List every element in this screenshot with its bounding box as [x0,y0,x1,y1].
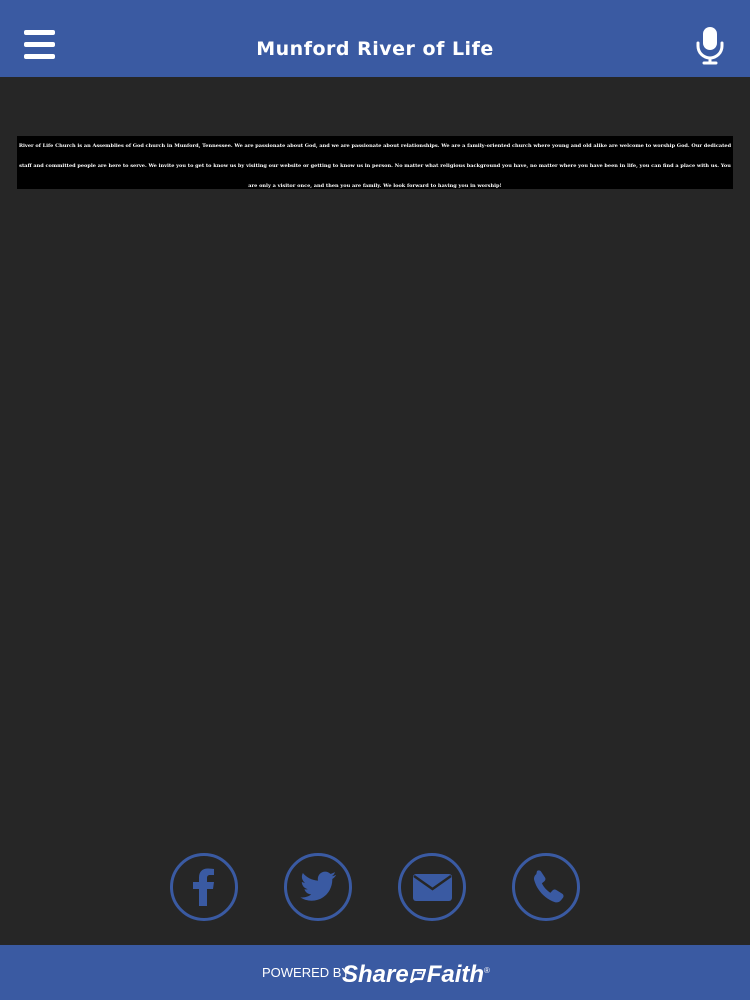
email-icon [413,874,452,901]
twitter-button[interactable] [284,853,352,921]
page-title: Munford River of Life [256,38,494,60]
registered-mark: ® [484,966,490,975]
microphone-icon[interactable] [694,27,726,65]
brand-faith: Faith [426,961,485,988]
flag-icon [409,961,426,984]
phone-button[interactable] [512,853,580,921]
footer-bar: POWERED BY Share Faith® [0,945,750,1000]
welcome-text: River of Life Church is an Assemblies of… [18,143,732,189]
facebook-button[interactable] [170,853,238,921]
powered-by-label: POWERED BY [262,965,351,980]
social-links [0,853,750,923]
brand-share: Share [342,961,409,988]
email-button[interactable] [398,853,466,921]
phone-icon [534,870,564,903]
twitter-icon [300,871,336,901]
sharefaith-logo[interactable]: Share Faith® [342,956,490,990]
welcome-text-block: River of Life Church is an Assemblies of… [17,136,733,189]
facebook-icon [193,868,214,906]
top-bar: Munford River of Life [0,0,750,77]
app-screen: Munford River of Life River of Life Chur… [0,0,750,1000]
